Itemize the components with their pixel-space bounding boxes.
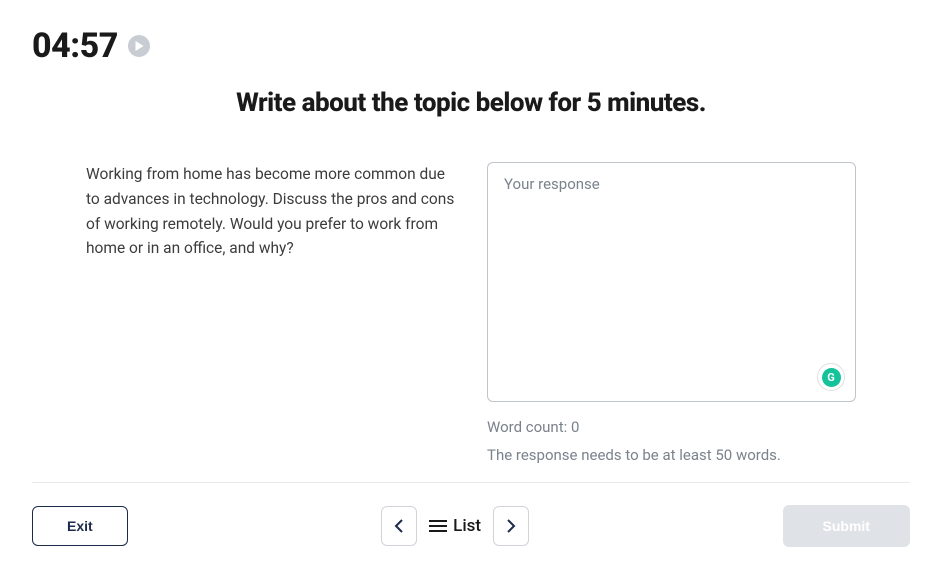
- response-textarea[interactable]: [504, 175, 839, 389]
- exit-button[interactable]: Exit: [32, 506, 128, 546]
- play-icon: [135, 41, 144, 51]
- prompt-text: Working from home has become more common…: [86, 162, 455, 464]
- word-count-label: Word count: 0: [487, 418, 856, 436]
- timer-display: 04:57: [32, 26, 118, 66]
- timer-play-button[interactable]: [128, 35, 150, 57]
- submit-button[interactable]: Submit: [783, 505, 910, 547]
- nav-next-button[interactable]: [493, 506, 529, 546]
- min-words-requirement: The response needs to be at least 50 wor…: [487, 446, 856, 464]
- response-textarea-container: G: [487, 162, 856, 402]
- grammarly-badge[interactable]: G: [817, 363, 845, 391]
- list-button[interactable]: List: [429, 516, 481, 536]
- chevron-right-icon: [506, 518, 516, 534]
- list-button-label: List: [453, 516, 481, 536]
- chevron-left-icon: [394, 518, 404, 534]
- list-icon: [429, 518, 447, 534]
- nav-prev-button[interactable]: [381, 506, 417, 546]
- instruction-heading: Write about the topic below for 5 minute…: [32, 88, 910, 118]
- grammarly-icon: G: [822, 368, 841, 387]
